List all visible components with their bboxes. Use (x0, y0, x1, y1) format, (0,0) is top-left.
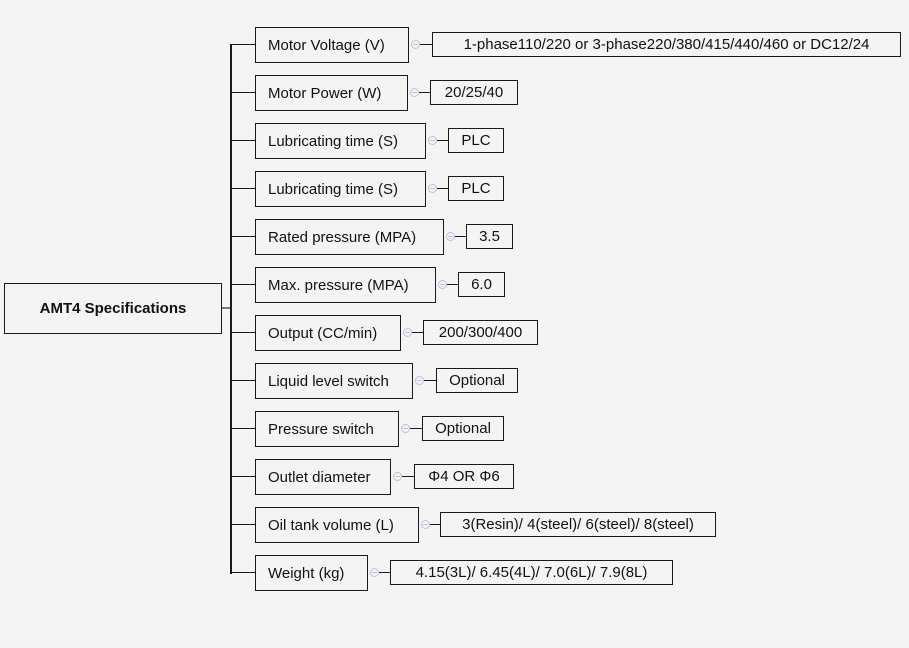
branch-line (231, 476, 255, 477)
spec-value-node[interactable]: Φ4 OR Φ6 (414, 464, 514, 489)
spec-label-text: Lubricating time (S) (268, 180, 399, 198)
spec-value-node[interactable]: 6.0 (458, 272, 505, 297)
value-connector (455, 236, 466, 237)
spec-label-text: Outlet diameter (268, 468, 371, 486)
spec-value-node[interactable]: 4.15(3L)/ 6.45(4L)/ 7.0(6L)/ 7.9(8L) (390, 560, 673, 585)
spec-value-node[interactable]: 1-phase110/220 or 3-phase220/380/415/440… (432, 32, 901, 57)
branch-line (231, 428, 255, 429)
spec-value-text: Φ4 OR Φ6 (428, 468, 500, 485)
spec-value-text: 200/300/400 (438, 324, 523, 341)
value-connector (379, 572, 390, 573)
value-connector (410, 428, 422, 429)
spec-value-node[interactable]: Optional (422, 416, 504, 441)
spec-label-text: Weight (kg) (268, 564, 345, 582)
branch-line (231, 92, 255, 93)
spec-value-node[interactable]: Optional (436, 368, 518, 393)
value-connector (424, 380, 436, 381)
spec-value-node[interactable]: 3(Resin)/ 4(steel)/ 6(steel)/ 8(steel) (440, 512, 716, 537)
root-node[interactable]: AMT4 Specifications (4, 283, 222, 334)
spec-label-text: Max. pressure (MPA) (268, 276, 409, 294)
collapse-minus-icon[interactable] (410, 88, 419, 97)
value-connector (430, 524, 440, 525)
tree-spine (230, 44, 232, 574)
spec-value-node[interactable]: PLC (448, 128, 504, 153)
spec-value-node[interactable]: 200/300/400 (423, 320, 538, 345)
branch-line (231, 236, 255, 237)
collapse-minus-icon[interactable] (428, 136, 437, 145)
spec-label-node[interactable]: Outlet diameter (255, 459, 391, 495)
branch-line (231, 524, 255, 525)
root-node-label: AMT4 Specifications (39, 300, 187, 317)
spec-label-text: Oil tank volume (L) (268, 516, 394, 534)
collapse-minus-icon[interactable] (393, 472, 402, 481)
spec-label-node[interactable]: Output (CC/min) (255, 315, 401, 351)
value-connector (419, 92, 430, 93)
value-connector (412, 332, 423, 333)
spec-value-text: Optional (435, 420, 491, 437)
value-connector (447, 284, 458, 285)
spec-value-text: 4.15(3L)/ 6.45(4L)/ 7.0(6L)/ 7.9(8L) (415, 564, 648, 581)
spec-label-text: Rated pressure (MPA) (268, 228, 417, 246)
spec-label-node[interactable]: Motor Voltage (V) (255, 27, 409, 63)
spec-label-node[interactable]: Motor Power (W) (255, 75, 408, 111)
spec-value-text: 3.5 (479, 228, 500, 245)
collapse-minus-icon[interactable] (401, 424, 410, 433)
branch-line (231, 284, 255, 285)
spec-value-text: 6.0 (471, 276, 492, 293)
spec-label-text: Pressure switch (268, 420, 374, 438)
spec-label-text: Motor Voltage (V) (268, 36, 385, 54)
branch-line (231, 44, 255, 45)
value-connector (420, 44, 432, 45)
collapse-minus-icon[interactable] (428, 184, 437, 193)
spec-value-text: Optional (449, 372, 505, 389)
collapse-minus-icon[interactable] (438, 280, 447, 289)
branch-line (231, 140, 255, 141)
spec-label-node[interactable]: Lubricating time (S) (255, 123, 426, 159)
spec-value-node[interactable]: 3.5 (466, 224, 513, 249)
collapse-minus-icon[interactable] (415, 376, 424, 385)
spec-label-text: Motor Power (W) (268, 84, 382, 102)
spec-label-text: Liquid level switch (268, 372, 389, 390)
spec-label-node[interactable]: Lubricating time (S) (255, 171, 426, 207)
branch-line (231, 188, 255, 189)
collapse-minus-icon[interactable] (370, 568, 379, 577)
value-connector (402, 476, 414, 477)
spec-label-node[interactable]: Weight (kg) (255, 555, 368, 591)
spec-value-text: 1-phase110/220 or 3-phase220/380/415/440… (463, 36, 870, 53)
spec-value-node[interactable]: 20/25/40 (430, 80, 518, 105)
spec-value-node[interactable]: PLC (448, 176, 504, 201)
collapse-minus-icon[interactable] (421, 520, 430, 529)
value-connector (437, 140, 448, 141)
spec-label-text: Output (CC/min) (268, 324, 378, 342)
spec-value-text: 20/25/40 (444, 84, 504, 101)
spec-value-text: PLC (461, 180, 491, 197)
collapse-minus-icon[interactable] (446, 232, 455, 241)
spec-value-text: 3(Resin)/ 4(steel)/ 6(steel)/ 8(steel) (462, 516, 694, 533)
spec-label-text: Lubricating time (S) (268, 132, 399, 150)
spec-label-node[interactable]: Liquid level switch (255, 363, 413, 399)
spec-label-node[interactable]: Max. pressure (MPA) (255, 267, 436, 303)
value-connector (437, 188, 448, 189)
branch-line (231, 332, 255, 333)
collapse-minus-icon[interactable] (403, 328, 412, 337)
branch-line (231, 380, 255, 381)
spec-value-text: PLC (461, 132, 491, 149)
spec-label-node[interactable]: Pressure switch (255, 411, 399, 447)
branch-line (231, 572, 255, 573)
spec-label-node[interactable]: Oil tank volume (L) (255, 507, 419, 543)
collapse-minus-icon[interactable] (411, 40, 420, 49)
spec-label-node[interactable]: Rated pressure (MPA) (255, 219, 444, 255)
